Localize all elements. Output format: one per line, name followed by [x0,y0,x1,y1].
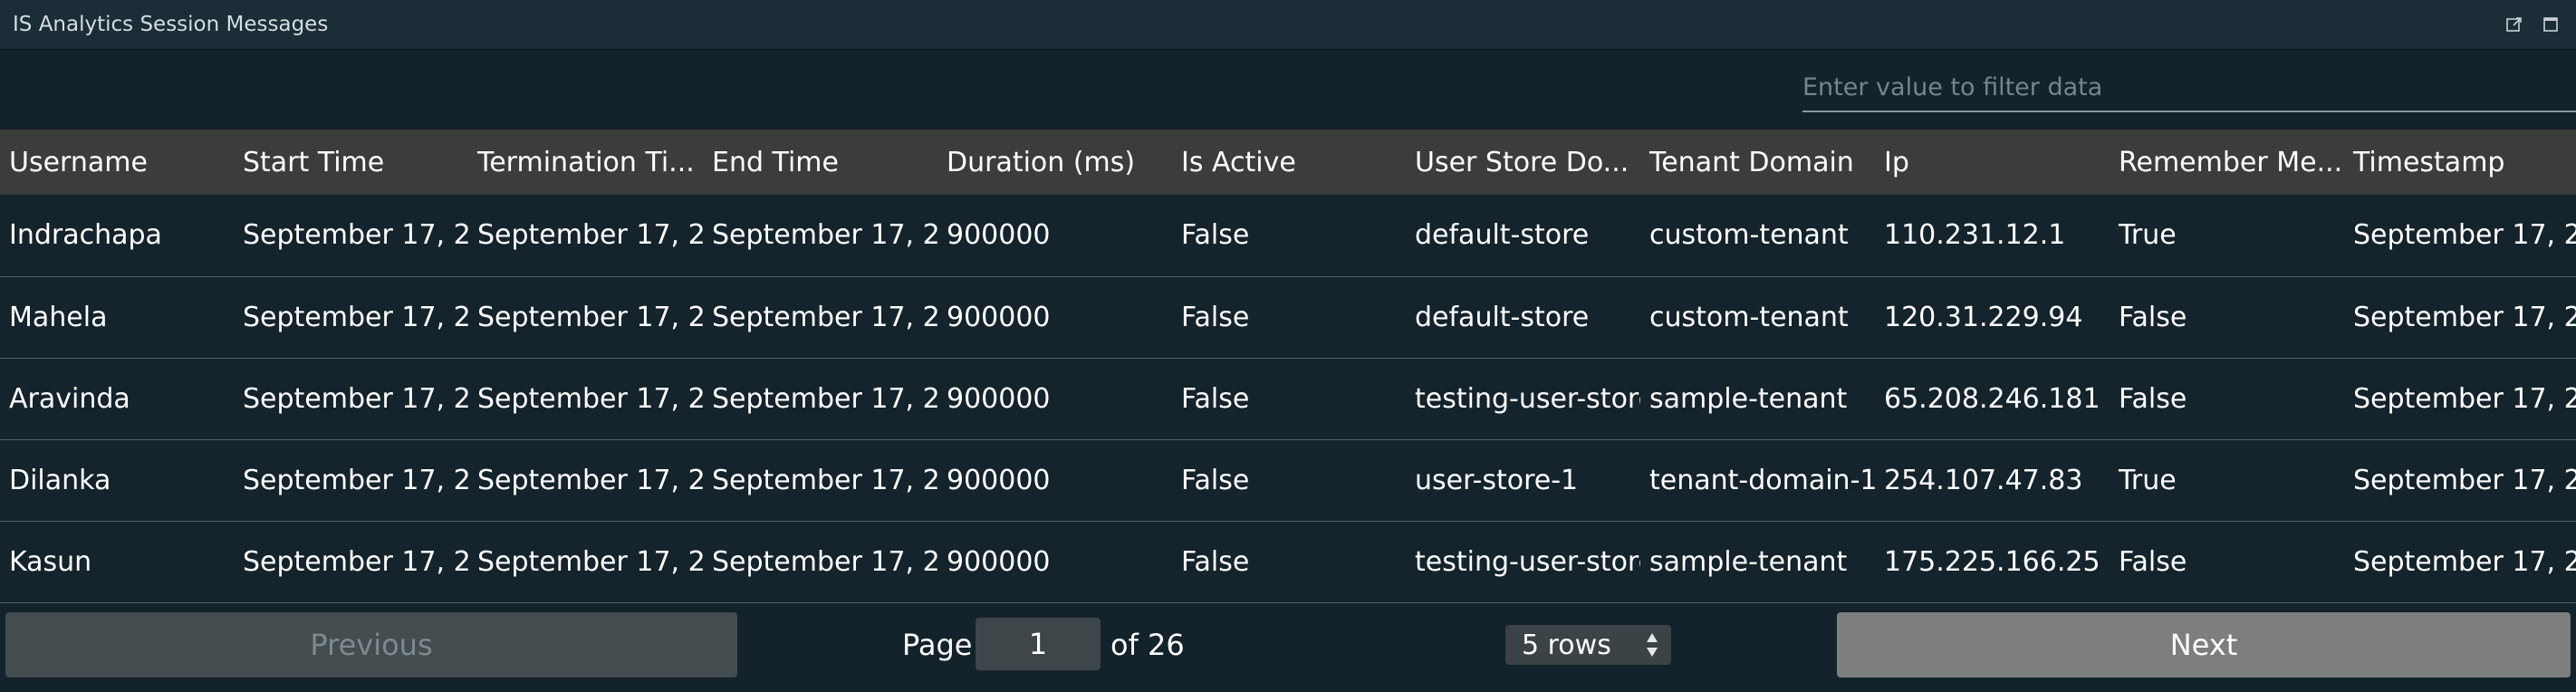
cell-timestamp: September 17, 20 [2353,464,2576,496]
cell-user-store-domain: default-store [1415,301,1590,333]
cell-tenant-domain: custom-tenant [1649,219,1849,252]
cell-termination-time: September 17, 2( [477,219,703,252]
filter-input[interactable] [1802,65,2576,109]
cell-ip: 120.31.229.94 [1884,301,2083,333]
cell-username: Dilanka [9,464,111,496]
table-row[interactable]: Aravinda September 17, 2( September 17, … [0,358,2576,439]
next-button[interactable]: Next [1837,612,2571,678]
cell-end-time: September 17, 2( [712,464,937,496]
column-header-ip[interactable]: Ip [1875,130,2110,195]
rows-per-page-select[interactable]: 5 rows [1505,625,1671,665]
cell-user-store-domain: default-store [1415,219,1590,252]
analytics-widget: IS Analytics Session Messages Username S… [0,0,2576,692]
cell-ip: 110.231.12.1 [1884,219,2066,252]
cell-end-time: September 17, 2( [712,219,937,252]
cell-user-store-domain: user-store-1 [1415,464,1579,496]
cell-tenant-domain: tenant-domain-1 [1649,464,1875,496]
cell-tenant-domain: custom-tenant [1649,301,1849,333]
column-header-user-store-domain[interactable]: User Store Do... [1406,130,1640,195]
cell-start-time: September 17, 2( [243,301,468,333]
cell-remember-me: True [2119,219,2177,252]
cell-start-time: September 17, 2( [243,545,468,578]
column-header-remember-me[interactable]: Remember Me... [2110,130,2344,195]
cell-start-time: September 17, 2( [243,219,468,252]
cell-username: Aravinda [9,382,130,415]
cell-ip: 254.107.47.83 [1884,464,2083,496]
cell-tenant-domain: sample-tenant [1649,545,1848,578]
cell-remember-me: True [2119,464,2177,496]
cell-username: Kasun [9,545,92,578]
cell-timestamp: September 17, 20 [2353,301,2576,333]
page-total-label: of 26 [1110,628,1185,662]
cell-username: Indrachapa [9,219,162,252]
cell-remember-me: False [2119,301,2187,333]
cell-duration: 900000 [947,464,1051,496]
cell-user-store-domain: testing-user-store [1415,382,1640,415]
page-label: Page [902,628,973,662]
column-header-tenant-domain[interactable]: Tenant Domain [1640,130,1875,195]
external-link-icon[interactable] [2505,15,2523,34]
cell-username: Mahela [9,301,108,333]
cell-start-time: September 17, 2( [243,382,468,415]
table-row[interactable]: Indrachapa September 17, 2( September 17… [0,195,2576,276]
cell-termination-time: September 17, 2( [477,545,703,578]
cell-start-time: September 17, 2( [243,464,468,496]
widget-title: IS Analytics Session Messages [13,13,329,36]
column-header-end-time[interactable]: End Time [703,130,937,195]
cell-end-time: September 17, 2( [712,545,937,578]
table-row[interactable]: Kasun September 17, 2( September 17, 2( … [0,521,2576,602]
table-header-row: Username Start Time Termination Ti... En… [0,130,2576,195]
cell-remember-me: False [2119,545,2187,578]
data-table: Username Start Time Termination Ti... En… [0,130,2576,603]
page-number-input[interactable]: 1 [976,618,1101,670]
cell-ip: 175.225.166.25 [1884,545,2100,578]
table-row[interactable]: Mahela September 17, 2( September 17, 2(… [0,276,2576,358]
column-header-duration[interactable]: Duration (ms) [937,130,1172,195]
rows-per-page-value: 5 rows [1522,629,1611,661]
table-row[interactable]: Dilanka September 17, 2( September 17, 2… [0,439,2576,521]
cell-is-active: False [1181,382,1250,415]
cell-timestamp: September 17, 20 [2353,545,2576,578]
filter-field [1802,65,2576,112]
maximize-icon[interactable] [2542,15,2560,34]
column-header-start-time[interactable]: Start Time [234,130,468,195]
cell-duration: 900000 [947,382,1051,415]
cell-termination-time: September 17, 2( [477,301,703,333]
cell-end-time: September 17, 2( [712,301,937,333]
cell-timestamp: September 17, 20 [2353,382,2576,415]
widget-titlebar: IS Analytics Session Messages [0,0,2576,50]
column-header-timestamp[interactable]: Timestamp [2344,130,2576,195]
cell-is-active: False [1181,464,1250,496]
updown-arrows-icon [1647,633,1658,657]
cell-user-store-domain: testing-user-store [1415,545,1640,578]
cell-remember-me: False [2119,382,2187,415]
cell-timestamp: September 17, 20 [2353,219,2576,252]
cell-termination-time: September 17, 2( [477,464,703,496]
cell-is-active: False [1181,301,1250,333]
pagination-bar: Previous Page 1 of 26 5 rows Next [0,607,2576,692]
previous-button[interactable]: Previous [5,612,737,678]
cell-duration: 900000 [947,219,1051,252]
cell-tenant-domain: sample-tenant [1649,382,1848,415]
cell-duration: 900000 [947,301,1051,333]
cell-ip: 65.208.246.181 [1884,382,2100,415]
cell-is-active: False [1181,545,1250,578]
column-header-username[interactable]: Username [0,130,234,195]
cell-is-active: False [1181,219,1250,252]
cell-termination-time: September 17, 2( [477,382,703,415]
cell-end-time: September 17, 2( [712,382,937,415]
column-header-termination-time[interactable]: Termination Ti... [468,130,703,195]
cell-duration: 900000 [947,545,1051,578]
column-header-is-active[interactable]: Is Active [1172,130,1406,195]
